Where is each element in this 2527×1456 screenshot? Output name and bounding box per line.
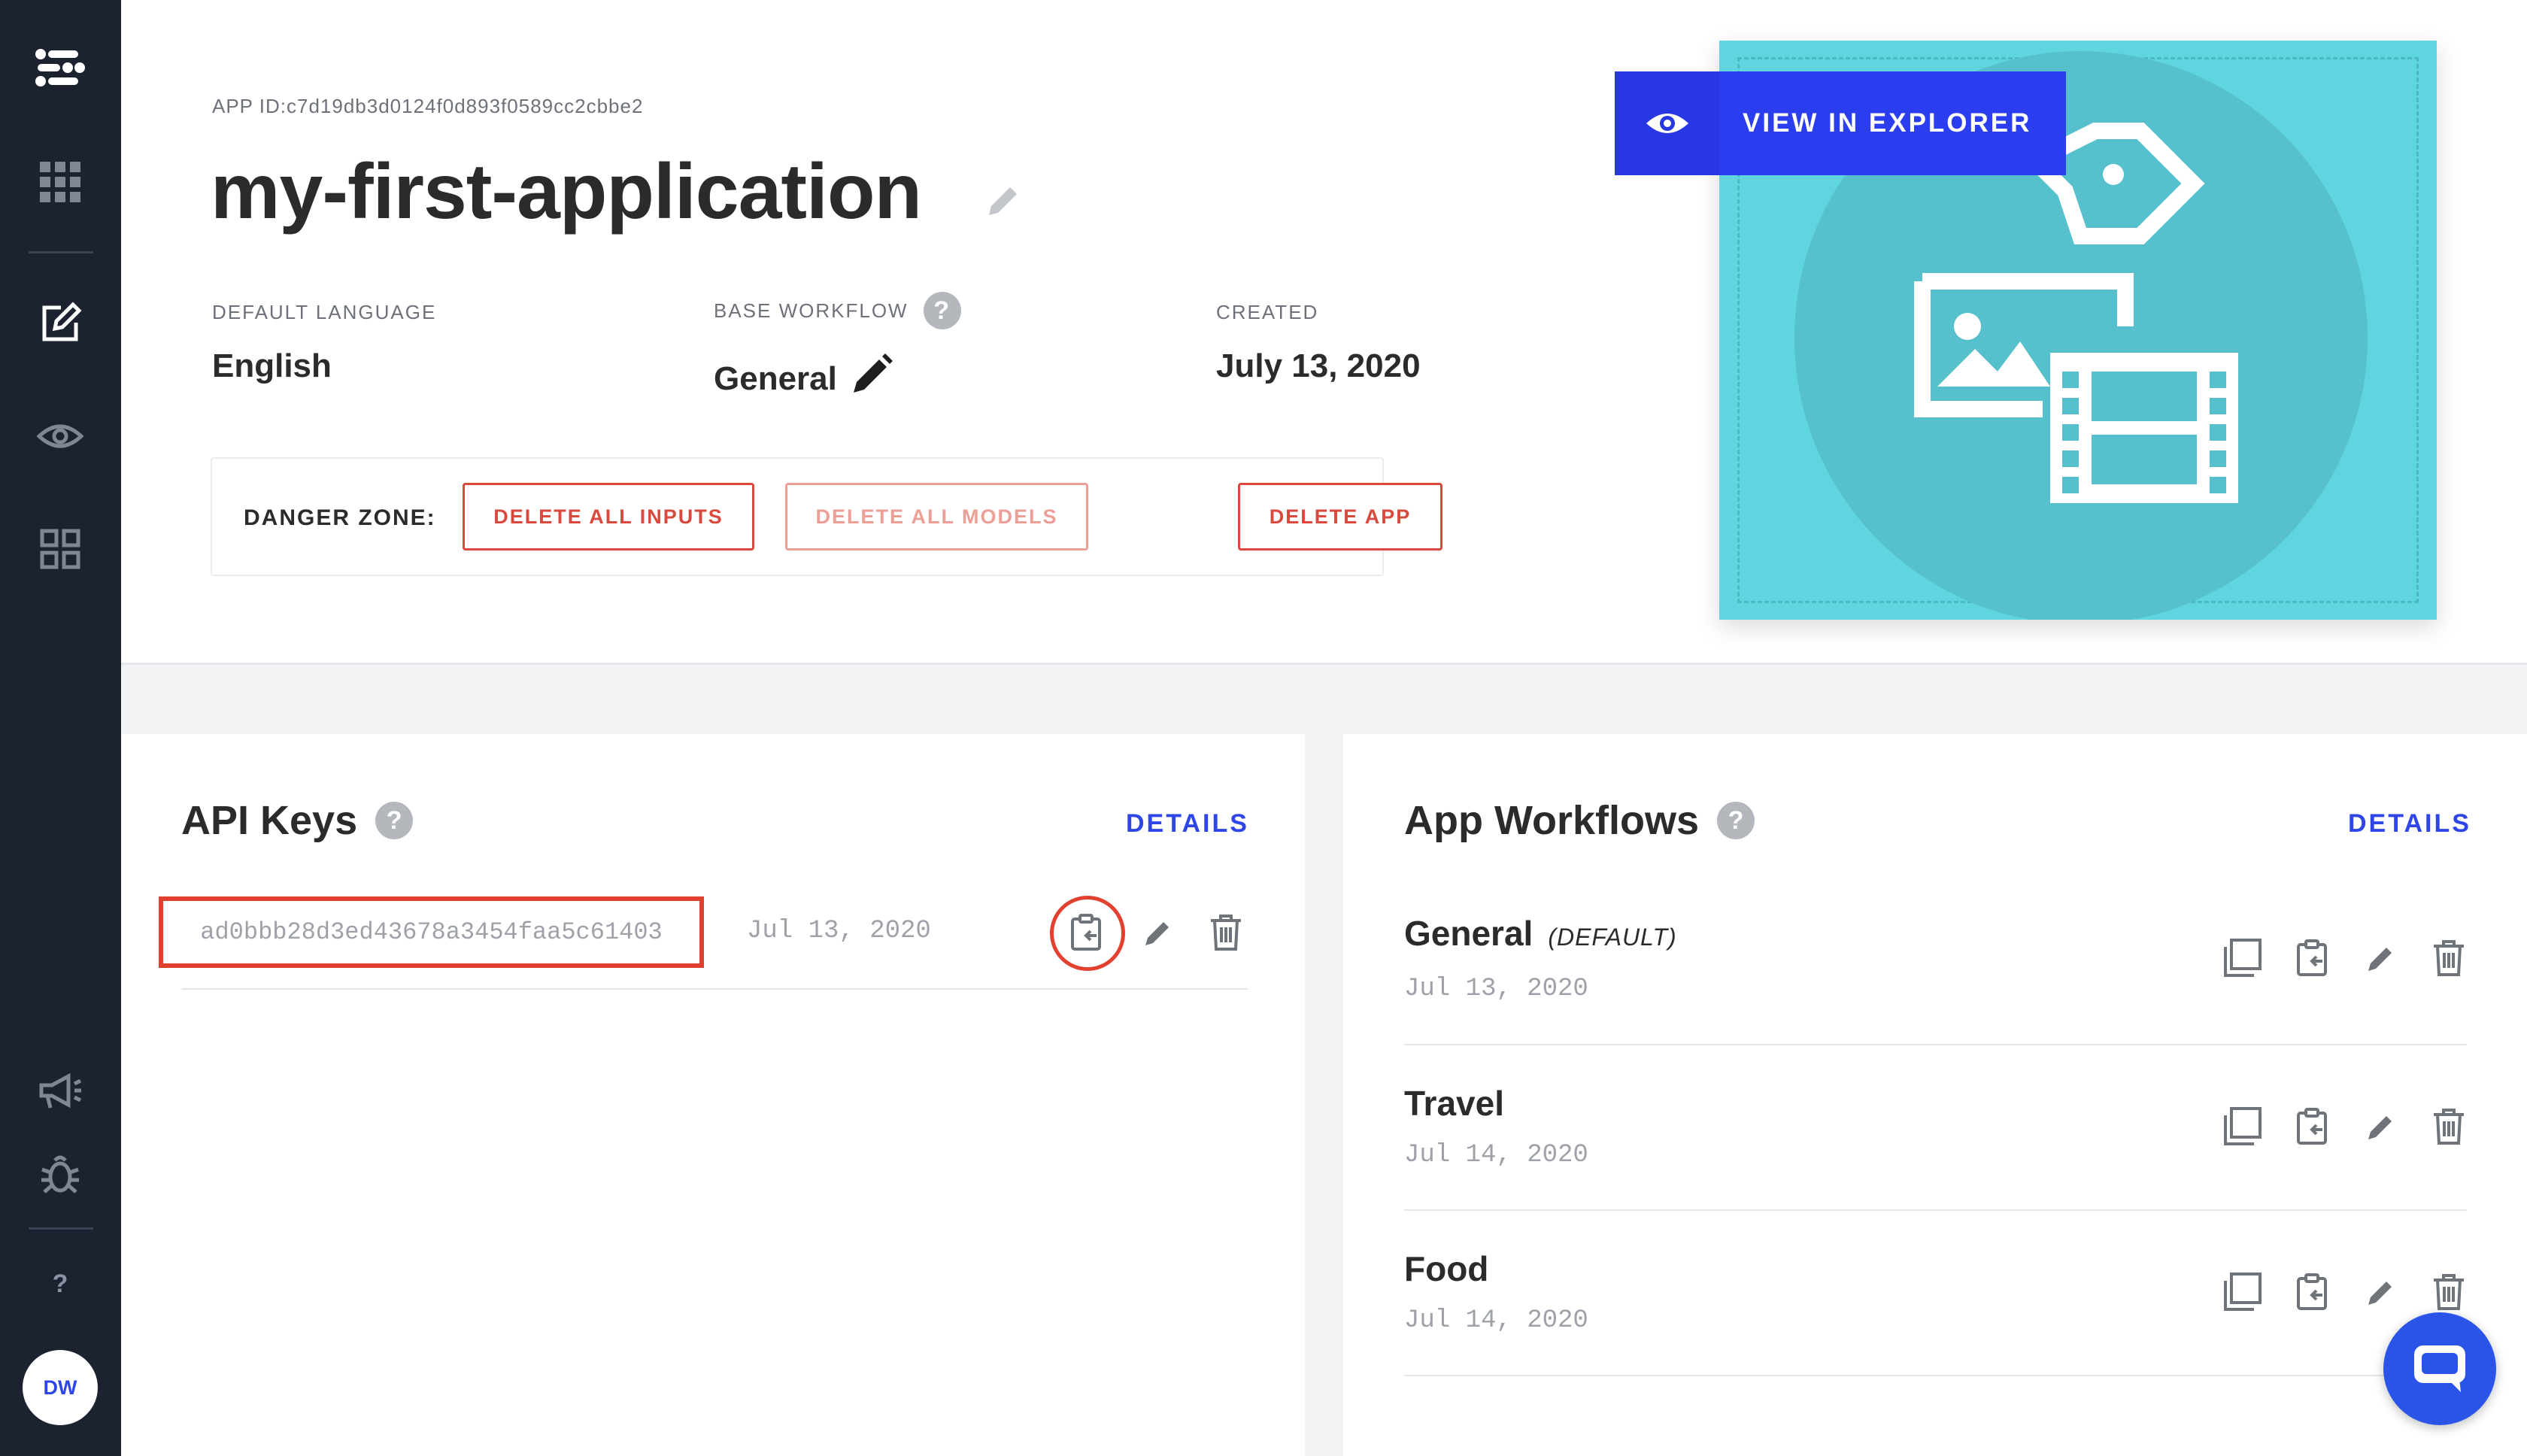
api-keys-details-link[interactable]: DETAILS [1126,809,1249,839]
api-key-date: Jul 13, 2020 [747,917,931,945]
chat-bubble-icon [2414,1345,2465,1392]
edit-pencil-icon[interactable] [2359,1269,2404,1315]
bug-icon[interactable] [30,1143,90,1203]
edit-pencil-icon[interactable] [2359,1104,2404,1149]
default-language-label: DEFAULT LANGUAGE [212,301,437,323]
danger-zone-label: DANGER ZONE: [244,505,436,530]
base-workflow-value-row: General [714,352,894,405]
sidebar-divider [29,251,93,253]
workflows-title-row: App Workflows ? [1404,797,1755,844]
help-icon[interactable]: ? [923,292,961,329]
trash-icon[interactable] [2426,936,2471,981]
chat-button[interactable] [2383,1312,2496,1425]
workflow-date: Jul 14, 2020 [1404,1141,1588,1169]
copy-icon[interactable] [2291,1269,2336,1315]
workflow-name[interactable]: Food [1404,1248,1488,1289]
megaphone-icon[interactable] [30,1062,90,1122]
eye-icon [1615,71,1720,175]
help-button[interactable]: ? [34,1257,86,1310]
edit-icon[interactable] [30,293,90,353]
help-icon[interactable]: ? [375,802,414,839]
workflow-name[interactable]: General (DEFAULT) [1404,913,1677,954]
row-divider [1404,1209,2467,1211]
view-in-explorer-button[interactable]: VIEW IN EXPLORER [1615,71,2066,175]
sidebar-divider-bottom [29,1227,93,1230]
default-tag: (DEFAULT) [1548,924,1677,951]
sidebar: ? DW [0,0,121,1456]
page-title: my-first-application [211,148,922,235]
workflow-date: Jul 14, 2020 [1404,1306,1588,1335]
edit-pencil-icon[interactable] [1136,910,1181,955]
row-divider [1404,1375,2467,1376]
danger-zone: DANGER ZONE: DELETE ALL INPUTS DELETE AL… [211,457,1442,576]
workflow-name-text: General [1404,914,1533,953]
dashboard-icon[interactable] [30,519,90,579]
edit-pencil-icon[interactable] [2359,936,2404,981]
workflows-title: App Workflows [1404,798,1700,843]
base-workflow-label-row: BASE WORKFLOW ? [714,292,961,329]
api-key-value: ad0bbb28d3ed43678a3454faa5c61403 [200,918,663,946]
api-keys-title: API Keys [181,798,358,843]
edit-title-pencil-icon[interactable] [984,182,1022,223]
delete-all-models-button[interactable]: DELETE ALL MODELS [785,483,1088,551]
row-divider [1404,1044,2467,1045]
copy-icon[interactable] [2291,1104,2336,1149]
edit-workflow-pencil-icon[interactable] [849,352,894,405]
row-divider [181,988,1248,990]
apps-grid-icon[interactable] [30,152,90,212]
duplicate-icon[interactable] [2220,1104,2265,1149]
api-keys-title-row: API Keys ? [181,797,414,844]
eye-icon[interactable] [30,406,90,466]
base-workflow-value: General [714,359,837,397]
trash-icon[interactable] [2426,1269,2471,1315]
workflow-name[interactable]: Travel [1404,1083,1504,1124]
copy-icon[interactable] [1065,910,1110,955]
delete-app-button[interactable]: DELETE APP [1238,483,1442,551]
logo-icon[interactable] [30,38,90,98]
copy-icon[interactable] [2291,936,2336,981]
default-language-value: English [212,347,332,384]
app-id: APP ID:c7d19db3d0124f0d893f0589cc2cbbe2 [212,95,644,117]
base-workflow-label: BASE WORKFLOW [714,299,909,322]
help-icon[interactable]: ? [1717,802,1755,839]
view-in-explorer-label: VIEW IN EXPLORER [1743,108,2032,138]
workflows-details-link[interactable]: DETAILS [2348,809,2471,839]
duplicate-icon[interactable] [2220,1269,2265,1315]
delete-all-inputs-button[interactable]: DELETE ALL INPUTS [463,483,754,551]
created-value: July 13, 2020 [1216,347,1421,384]
api-key-field[interactable]: ad0bbb28d3ed43678a3454faa5c61403 [159,896,704,968]
created-label: CREATED [1216,301,1319,323]
trash-icon[interactable] [1203,910,1248,955]
workflow-date: Jul 13, 2020 [1404,975,1588,1003]
duplicate-icon[interactable] [2220,936,2265,981]
avatar[interactable]: DW [23,1350,98,1425]
trash-icon[interactable] [2426,1104,2471,1149]
